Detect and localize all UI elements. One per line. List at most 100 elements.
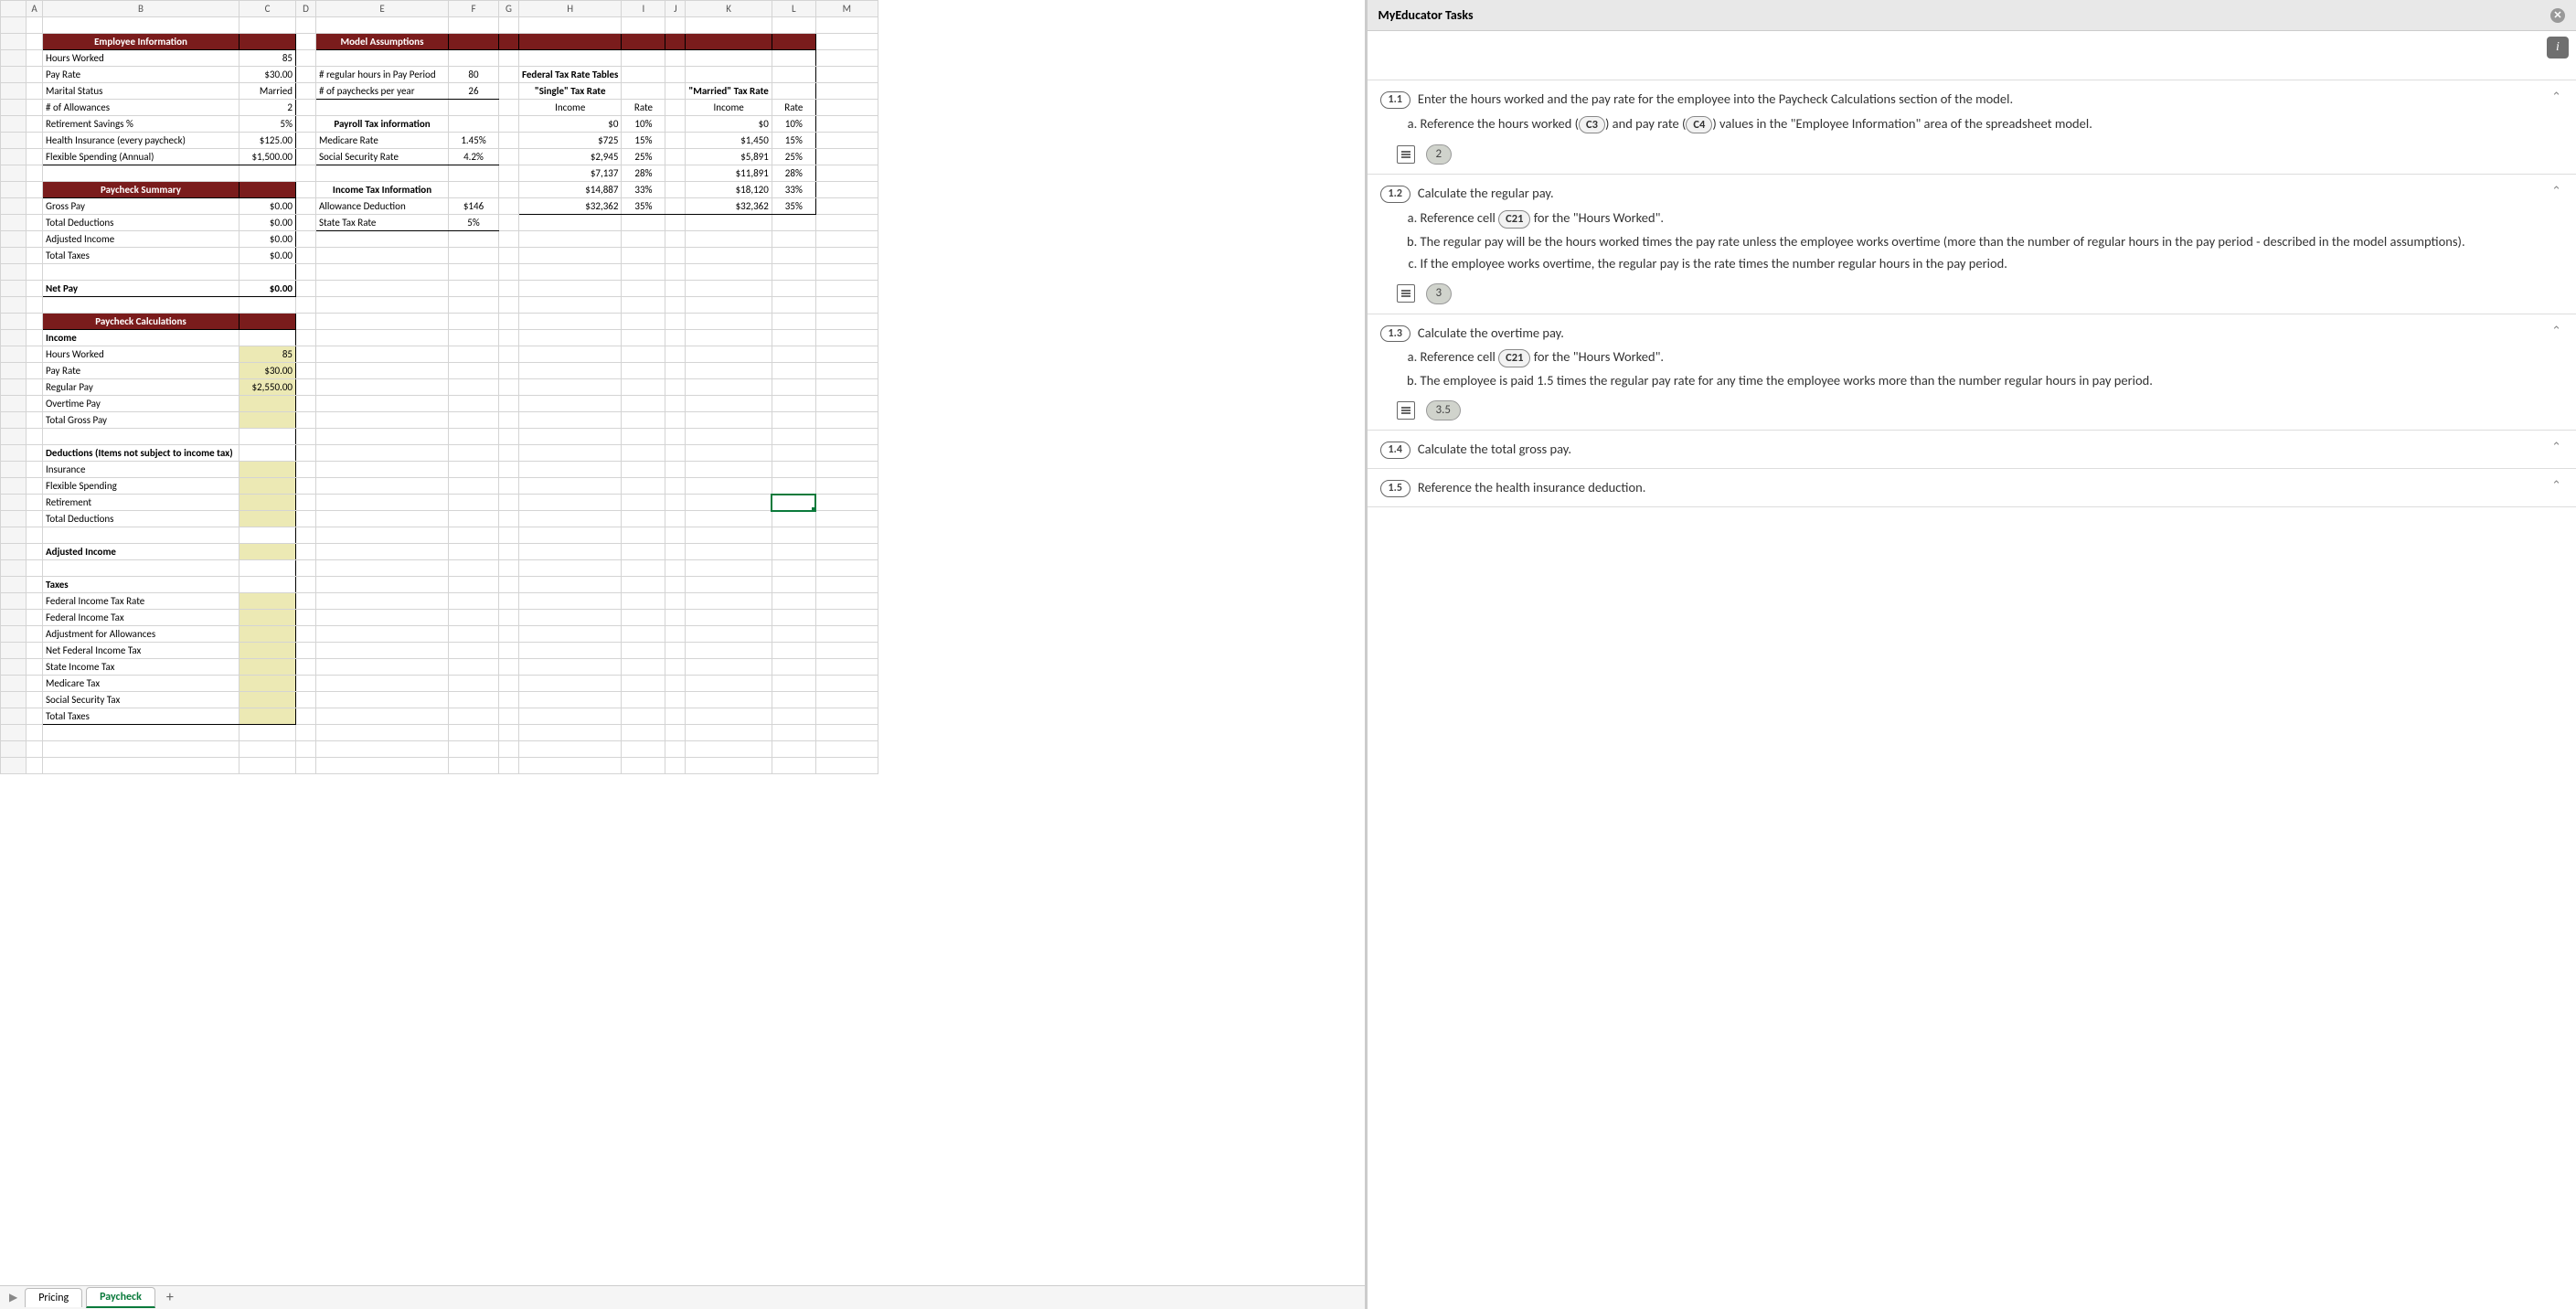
cell-K25[interactable] (686, 412, 772, 429)
info-icon[interactable]: i (2547, 37, 2569, 59)
collapse-icon[interactable]: ⌃ (2544, 478, 2561, 495)
cell-I42[interactable] (622, 692, 665, 708)
cell-J20[interactable] (665, 330, 686, 346)
cell-C38[interactable] (240, 626, 296, 643)
cell-K43[interactable] (686, 708, 772, 725)
cell-K11[interactable]: $18,120 (686, 182, 772, 198)
cell-B41[interactable]: Medicare Tax (43, 676, 240, 692)
cell-G4[interactable] (499, 67, 519, 83)
cell-A23[interactable] (27, 379, 43, 396)
cell-L33[interactable] (772, 544, 815, 560)
cell-D26[interactable] (296, 429, 316, 445)
cell-H16[interactable] (519, 264, 622, 281)
cell-A26[interactable] (27, 429, 43, 445)
cell-C4[interactable]: $30.00 (240, 67, 296, 83)
cell-K29[interactable] (686, 478, 772, 495)
cell-D31[interactable] (296, 511, 316, 527)
cell-L1[interactable] (772, 17, 815, 34)
column-headers[interactable]: A B C D E F G H I J K L M (1, 1, 878, 17)
cell-B17[interactable]: Net Pay (43, 281, 240, 297)
cell-F14[interactable] (449, 231, 499, 248)
cell-G9[interactable] (499, 149, 519, 165)
cell-F11[interactable] (449, 182, 499, 198)
cell-E8[interactable]: Medicare Rate (316, 133, 449, 149)
cell-J6[interactable] (665, 100, 686, 116)
cell-reference-badge[interactable]: C3 (1579, 116, 1605, 134)
cell-H30[interactable] (519, 495, 622, 511)
cell-A21[interactable] (27, 346, 43, 363)
cell-J29[interactable] (665, 478, 686, 495)
cell-F20[interactable] (449, 330, 499, 346)
cell-J7[interactable] (665, 116, 686, 133)
cell-A46[interactable] (27, 758, 43, 774)
cell-L29[interactable] (772, 478, 815, 495)
cell-F13[interactable]: 5% (449, 215, 499, 231)
cell-A37[interactable] (27, 610, 43, 626)
cell-E11[interactable]: Income Tax Information (316, 182, 449, 198)
cell-M28[interactable] (815, 462, 878, 478)
cell-A22[interactable] (27, 363, 43, 379)
cell-G31[interactable] (499, 511, 519, 527)
cell-I40[interactable] (622, 659, 665, 676)
cell-I35[interactable] (622, 577, 665, 593)
cell-C7[interactable]: 5% (240, 116, 296, 133)
cell-B36[interactable]: Federal Income Tax Rate (43, 593, 240, 610)
cell-E4[interactable]: # regular hours in Pay Period (316, 67, 449, 83)
cell-M43[interactable] (815, 708, 878, 725)
cell-M34[interactable] (815, 560, 878, 577)
cell-E24[interactable] (316, 396, 449, 412)
cell-J21[interactable] (665, 346, 686, 363)
grid-container[interactable]: A B C D E F G H I J K L M Employee Infor… (0, 0, 1365, 1285)
cell-C46[interactable] (240, 758, 296, 774)
cell-G8[interactable] (499, 133, 519, 149)
close-icon[interactable]: ✕ (2550, 8, 2565, 23)
cell-D11[interactable] (296, 182, 316, 198)
cell-H46[interactable] (519, 758, 622, 774)
cell-F23[interactable] (449, 379, 499, 396)
cell-E25[interactable] (316, 412, 449, 429)
cell-H12[interactable]: $32,362 (519, 198, 622, 215)
cell-H28[interactable] (519, 462, 622, 478)
cell-E31[interactable] (316, 511, 449, 527)
cell-F5[interactable]: 26 (449, 83, 499, 100)
cell-D42[interactable] (296, 692, 316, 708)
cell-H21[interactable] (519, 346, 622, 363)
cell-J36[interactable] (665, 593, 686, 610)
cell-C37[interactable] (240, 610, 296, 626)
sheet-tab-pricing[interactable]: Pricing (25, 1288, 82, 1307)
cell-B8[interactable]: Health Insurance (every paycheck) (43, 133, 240, 149)
cell-J17[interactable] (665, 281, 686, 297)
cell-B9[interactable]: Flexible Spending (Annual) (43, 149, 240, 165)
cell-H14[interactable] (519, 231, 622, 248)
cell-D19[interactable] (296, 314, 316, 330)
cell-C5[interactable]: Married (240, 83, 296, 100)
cell-L23[interactable] (772, 379, 815, 396)
cell-G24[interactable] (499, 396, 519, 412)
cell-L44[interactable] (772, 725, 815, 741)
cell-D16[interactable] (296, 264, 316, 281)
cell-J28[interactable] (665, 462, 686, 478)
cell-M35[interactable] (815, 577, 878, 593)
cell-G29[interactable] (499, 478, 519, 495)
cell-F43[interactable] (449, 708, 499, 725)
cell-C13[interactable]: $0.00 (240, 215, 296, 231)
cell-B5[interactable]: Marital Status (43, 83, 240, 100)
cell-G43[interactable] (499, 708, 519, 725)
cell-K14[interactable] (686, 231, 772, 248)
cell-K18[interactable] (686, 297, 772, 314)
cell-A2[interactable] (27, 34, 43, 50)
cell-D1[interactable] (296, 17, 316, 34)
cell-B13[interactable]: Total Deductions (43, 215, 240, 231)
cell-B28[interactable]: Insurance (43, 462, 240, 478)
cell-D13[interactable] (296, 215, 316, 231)
cell-M46[interactable] (815, 758, 878, 774)
cell-F12[interactable]: $146 (449, 198, 499, 215)
cell-I29[interactable] (622, 478, 665, 495)
cell-G34[interactable] (499, 560, 519, 577)
cell-K33[interactable] (686, 544, 772, 560)
cell-I37[interactable] (622, 610, 665, 626)
cell-L14[interactable] (772, 231, 815, 248)
cell-K6[interactable]: Income (686, 100, 772, 116)
cell-L39[interactable] (772, 643, 815, 659)
cell-M11[interactable] (815, 182, 878, 198)
